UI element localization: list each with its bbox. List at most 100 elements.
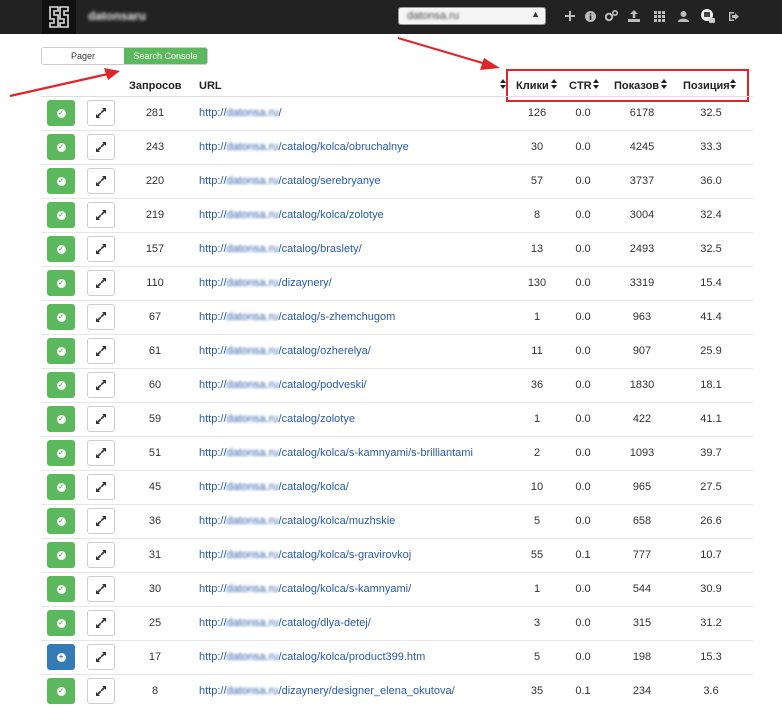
check-button[interactable]: ✓ [47,270,75,296]
position-cell: 32.5 [700,243,722,255]
expand-button[interactable] [87,542,115,568]
url-link[interactable]: http://datonsa.ru/catalog/kolca/product3… [199,651,425,663]
expand-button[interactable] [87,270,115,296]
header-clicks[interactable]: Клики [516,80,549,92]
expand-button[interactable] [87,610,115,636]
expand-button[interactable] [87,100,115,126]
expand-button[interactable] [87,576,115,602]
url-link[interactable]: http://datonsa.ru/catalog/serebryanye [199,175,381,187]
expand-arrows-icon [96,210,106,220]
sort-impressions-icon[interactable] [661,79,668,91]
url-path: /catalog/dlya-detej/ [278,617,371,629]
check-button[interactable]: ✓ [47,168,75,194]
expand-button[interactable] [87,372,115,398]
header-requests[interactable]: Запросов [129,80,182,92]
sort-url-icon[interactable] [500,79,507,91]
check-circle-icon: ✓ [56,278,66,288]
table-row: ✓ 110 http://datonsa.ru/dizaynery/130 0.0 33… [41,267,753,301]
check-button[interactable]: ✓ [47,474,75,500]
expand-button[interactable] [87,440,115,466]
url-link[interactable]: http://datonsa.ru/catalog/kolca/ [199,481,349,493]
url-domain: datonsa.ru [226,617,279,629]
url-domain: datonsa.ru [226,141,279,153]
url-link[interactable]: http://datonsa.ru/catalog/kolca/s-kamnya… [199,583,411,595]
requests-cell: 220 [145,175,165,187]
url-prefix: http:// [199,617,227,629]
impressions-cell: 2493 [629,243,655,255]
url-link[interactable]: http://datonsa.ru/catalog/braslety/ [199,243,362,255]
url-link[interactable]: http://datonsa.ru/catalog/kolca/s-gravir… [199,549,411,561]
check-button[interactable]: ✓ [47,542,75,568]
check-circle-icon: ✓ [56,516,66,526]
expand-button[interactable] [87,304,115,330]
check-circle-icon: ✓ [56,108,66,118]
sort-clicks-icon[interactable] [551,79,558,91]
check-button[interactable]: ✓ [47,134,75,160]
expand-button[interactable] [87,406,115,432]
url-link[interactable]: http://datonsa.ru/ [199,107,282,119]
requests-cell: 243 [145,141,165,153]
sort-ctr-icon[interactable] [593,79,600,91]
check-circle-icon: ✓ [56,176,66,186]
header-position[interactable]: Позиция [683,80,730,92]
requests-cell: 59 [148,413,162,425]
clicks-cell: 1 [533,413,541,425]
expand-button[interactable] [87,168,115,194]
url-prefix: http:// [199,209,227,221]
ctr-cell: 0.0 [575,243,591,255]
table-row: ✓ 61 http://datonsa.ru/catalog/ozherelya/1… [41,335,753,369]
check-button[interactable]: ✓ [47,100,75,126]
url-link[interactable]: http://datonsa.ru/catalog/kolca/obruchal… [199,141,409,153]
url-link[interactable]: http://datonsa.ru/catalog/podveski/ [199,379,367,391]
url-domain: datonsa.ru [226,481,279,493]
header-ctr[interactable]: CTR [569,80,592,92]
sort-position-icon[interactable] [730,79,737,91]
clicks-cell: 55 [530,549,544,561]
check-button[interactable]: ✓ [47,678,75,704]
requests-cell: 8 [151,685,159,697]
url-link[interactable]: http://datonsa.ru/dizaynery/designer_ele… [199,685,455,697]
url-link[interactable]: http://datonsa.ru/dizaynery/ [199,277,332,289]
check-button[interactable]: ✓ [47,508,75,534]
url-path: /catalog/kolca/ [278,481,349,493]
position-cell: 27.5 [700,481,722,493]
url-link[interactable]: http://datonsa.ru/catalog/kolca/s-kamnya… [199,447,473,459]
expand-button[interactable] [87,338,115,364]
header-url[interactable]: URL [199,80,222,92]
expand-button[interactable] [87,474,115,500]
clicks-cell: 126 [527,107,547,119]
expand-arrows-icon [96,176,106,186]
url-path: /catalog/podveski/ [278,379,367,391]
expand-button[interactable] [87,644,115,670]
check-circle-icon: ✓ [56,210,66,220]
header-impressions[interactable]: Показов [614,80,659,92]
url-link[interactable]: http://datonsa.ru/catalog/ozherelya/ [199,345,371,357]
expand-button[interactable] [87,508,115,534]
check-button[interactable]: ✓ [47,576,75,602]
url-link[interactable]: http://datonsa.ru/catalog/s-zhemchugom [199,311,395,323]
expand-button[interactable] [87,236,115,262]
url-link[interactable]: http://datonsa.ru/catalog/dlya-detej/ [199,617,371,629]
expand-button[interactable] [87,678,115,704]
check-button[interactable]: ✓ [47,440,75,466]
ctr-cell: 0.0 [575,175,591,187]
expand-button[interactable] [87,134,115,160]
url-link[interactable]: http://datonsa.ru/catalog/kolca/zolotye [199,209,384,221]
url-link[interactable]: http://datonsa.ru/catalog/zolotye [199,413,355,425]
position-cell: 25.9 [700,345,722,357]
table-row: ✓ 219 http://datonsa.ru/catalog/kolca/zolo… [41,199,753,233]
check-button[interactable]: ✓ [47,610,75,636]
check-button[interactable]: ✓ [47,304,75,330]
check-button[interactable]: ✓ [47,372,75,398]
check-button[interactable]: ✓ [47,406,75,432]
table-row: ✓ 157 http://datonsa.ru/catalog/braslety/1… [41,233,753,267]
add-button[interactable]: + [47,644,75,670]
requests-cell: 17 [148,651,162,663]
expand-arrows-icon [96,312,106,322]
check-button[interactable]: ✓ [47,338,75,364]
expand-button[interactable] [87,202,115,228]
table-row: ✓ 45 http://datonsa.ru/catalog/kolca/10 0.0… [41,471,753,505]
check-button[interactable]: ✓ [47,202,75,228]
check-button[interactable]: ✓ [47,236,75,262]
url-link[interactable]: http://datonsa.ru/catalog/kolca/muzhskie [199,515,395,527]
